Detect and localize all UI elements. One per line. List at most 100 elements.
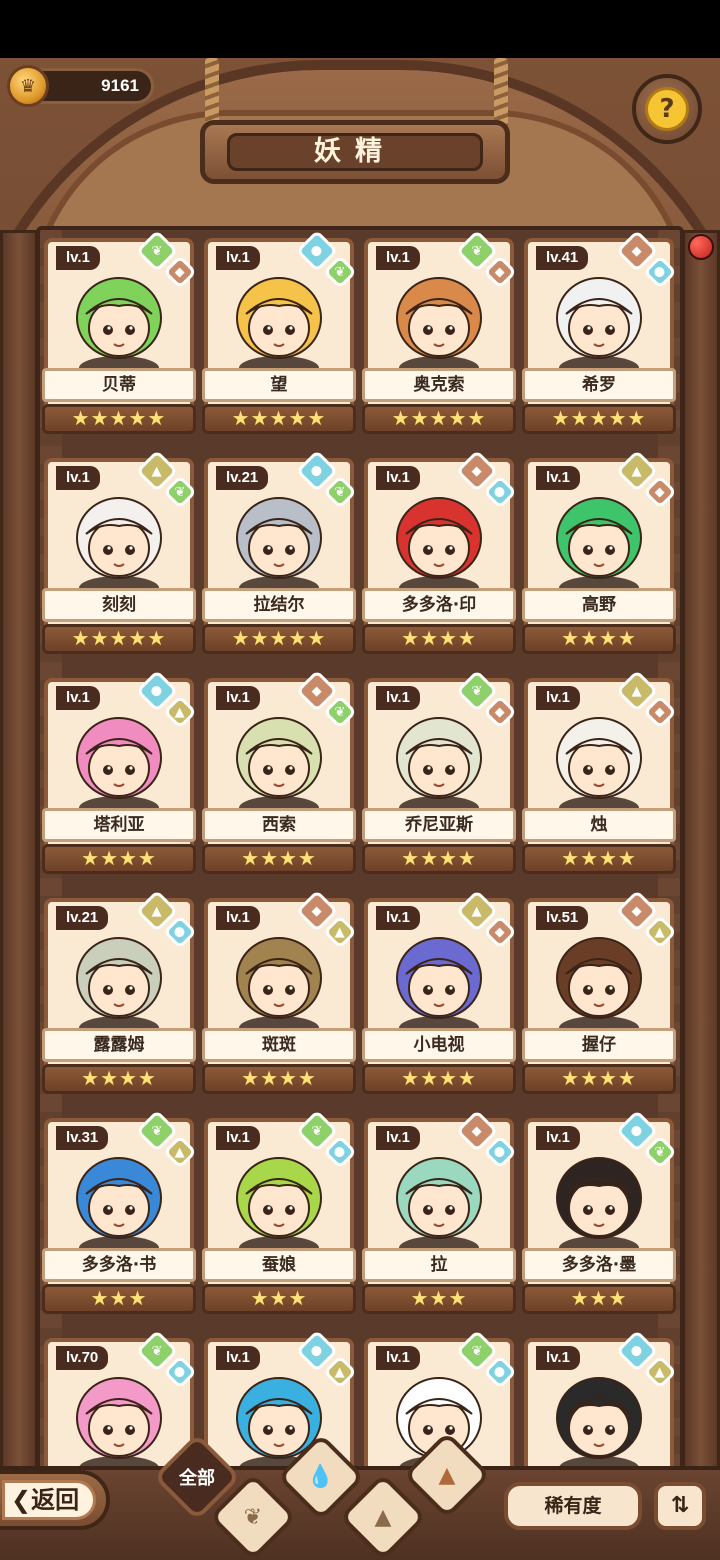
fairy-card[interactable]: lv.1 ❦ ● 蚕娘 ★★★: [202, 1109, 357, 1318]
fairy-portrait: [396, 937, 482, 1036]
star-rating: ★★★★: [522, 1064, 676, 1094]
filter-all-label: 全部: [179, 1468, 215, 1489]
sort-icon: ⇅: [670, 1493, 690, 1518]
star-rating: ★★★★★: [202, 624, 356, 654]
fairy-card[interactable]: lv.51 ◆ ▲ 握仔 ★★★★: [522, 889, 677, 1098]
fairy-name: 希罗: [522, 368, 676, 402]
star-rating: ★★★★: [42, 844, 196, 874]
level-tag: lv.1: [536, 686, 580, 710]
fairy-card[interactable]: lv.1 ▲ ◆ 高野 ★★★★: [522, 449, 677, 658]
fairy-card[interactable]: lv.1 ◆ ● 拉 ★★★: [362, 1109, 517, 1318]
page-title: 妖精: [227, 133, 483, 171]
fairy-portrait: [556, 717, 642, 816]
coin-icon: ♛: [7, 65, 49, 107]
level-tag: lv.1: [216, 1346, 260, 1370]
fairy-name: 拉结尔: [202, 588, 356, 622]
level-tag: lv.70: [56, 1346, 109, 1370]
fairy-card[interactable]: lv.1 ◆ ● 多多洛·印 ★★★★: [362, 449, 517, 658]
level-tag: lv.1: [56, 686, 100, 710]
water-drop-icon: 💧: [307, 1464, 335, 1490]
star-rating: ★★★★★: [202, 404, 356, 434]
level-tag: lv.1: [536, 1346, 580, 1370]
fairy-name: 望: [202, 368, 356, 402]
level-tag: lv.1: [56, 466, 100, 490]
coin-value: 9161: [101, 76, 139, 95]
star-rating: ★★★★★: [42, 404, 196, 434]
fairy-card[interactable]: lv.41 ◆ ● 希罗 ★★★★★: [522, 229, 677, 438]
level-tag: lv.21: [216, 466, 269, 490]
level-tag: lv.1: [216, 686, 260, 710]
fairy-portrait: [396, 717, 482, 816]
fairy-portrait: [236, 717, 322, 816]
level-tag: lv.1: [376, 246, 420, 270]
back-button-plate: ❮返回: [2, 1480, 96, 1520]
help-button[interactable]: ?: [632, 74, 702, 144]
fairy-portrait: [76, 717, 162, 816]
fairy-portrait: [76, 277, 162, 376]
fairy-card[interactable]: lv.1 ● ▲ 塔利亚 ★★★★: [42, 669, 197, 878]
chevron-left-icon: ❮: [11, 1486, 32, 1514]
fairy-name: 拉: [362, 1248, 516, 1282]
fairy-portrait: [556, 277, 642, 376]
star-rating: ★★★★★: [42, 624, 196, 654]
fairy-card[interactable]: lv.1 ● ❦ 多多洛·墨 ★★★: [522, 1109, 677, 1318]
fairy-portrait: [236, 277, 322, 376]
fairy-name: 刻刻: [42, 588, 196, 622]
level-tag: lv.31: [56, 1126, 109, 1150]
fairy-card[interactable]: lv.21 ▲ ● 露露姆 ★★★★: [42, 889, 197, 1098]
level-tag: lv.21: [56, 906, 109, 930]
fairy-name: 斑斑: [202, 1028, 356, 1062]
fairy-name: 蚕娘: [202, 1248, 356, 1282]
fairy-card[interactable]: lv.1 ▲ ◆ 小电视 ★★★★: [362, 889, 517, 1098]
fire-icon: ▲: [438, 1462, 456, 1488]
level-tag: lv.1: [376, 1346, 420, 1370]
fairy-card[interactable]: lv.1 ◆ ▲ 斑斑 ★★★★: [202, 889, 357, 1098]
fairy-portrait: [76, 937, 162, 1036]
back-label: 返回: [31, 1486, 80, 1514]
ladybug-icon[interactable]: [688, 234, 714, 260]
fairy-card[interactable]: lv.1 ◆ ❦ 西索 ★★★★: [202, 669, 357, 878]
fairy-card[interactable]: lv.1 ❦ ◆ 贝蒂 ★★★★★: [42, 229, 197, 438]
star-rating: ★★★★: [522, 624, 676, 654]
fairy-card[interactable]: lv.1 ● ❦ 望 ★★★★★: [202, 229, 357, 438]
fairy-card[interactable]: lv.21 ● ❦ 拉结尔 ★★★★★: [202, 449, 357, 658]
left-pillar: [0, 230, 38, 1490]
fairy-name: 露露姆: [42, 1028, 196, 1062]
coin-counter: ♛ 9161: [7, 65, 154, 107]
level-tag: lv.1: [216, 246, 260, 270]
fairy-portrait: [76, 497, 162, 596]
fairy-card[interactable]: lv.1 ❦ ◆ 乔尼亚斯 ★★★★: [362, 669, 517, 878]
fairy-name: 小电视: [362, 1028, 516, 1062]
fairy-name: 贝蒂: [42, 368, 196, 402]
fairy-card[interactable]: lv.31 ❦ ▲ 多多洛·书 ★★★: [42, 1109, 197, 1318]
fairy-card[interactable]: lv.1 ▲ ◆ 烛 ★★★★: [522, 669, 677, 878]
fairy-name: 多多洛·墨: [522, 1248, 676, 1282]
star-rating: ★★★★★: [522, 404, 676, 434]
sort-order-button[interactable]: ⇅: [654, 1482, 706, 1530]
rarity-sort-button[interactable]: 稀有度: [504, 1482, 642, 1530]
fairy-name: 奥克索: [362, 368, 516, 402]
back-button[interactable]: ❮返回: [0, 1470, 110, 1530]
star-rating: ★★★★: [202, 844, 356, 874]
fairy-portrait: [76, 1377, 162, 1476]
star-rating: ★★★: [42, 1284, 196, 1314]
fairy-name: 西索: [202, 808, 356, 842]
fairy-name: 多多洛·书: [42, 1248, 196, 1282]
fairy-portrait: [556, 497, 642, 596]
status-bar: [0, 0, 720, 58]
star-rating: ★★★★: [522, 844, 676, 874]
level-tag: lv.1: [376, 466, 420, 490]
fairy-card[interactable]: lv.1 ▲ ❦ 刻刻 ★★★★★: [42, 449, 197, 658]
fairy-card[interactable]: lv.1 ❦ ◆ 奥克索 ★★★★★: [362, 229, 517, 438]
question-mark-icon: ?: [645, 87, 689, 131]
fairy-portrait: [236, 937, 322, 1036]
star-rating: ★★★★: [202, 1064, 356, 1094]
fairy-name: 多多洛·印: [362, 588, 516, 622]
star-rating: ★★★: [202, 1284, 356, 1314]
fairy-portrait: [556, 937, 642, 1036]
fairy-portrait: [396, 1157, 482, 1256]
fairy-name: 握仔: [522, 1028, 676, 1062]
star-rating: ★★★: [362, 1284, 516, 1314]
level-tag: lv.1: [376, 906, 420, 930]
level-tag: lv.1: [56, 246, 100, 270]
